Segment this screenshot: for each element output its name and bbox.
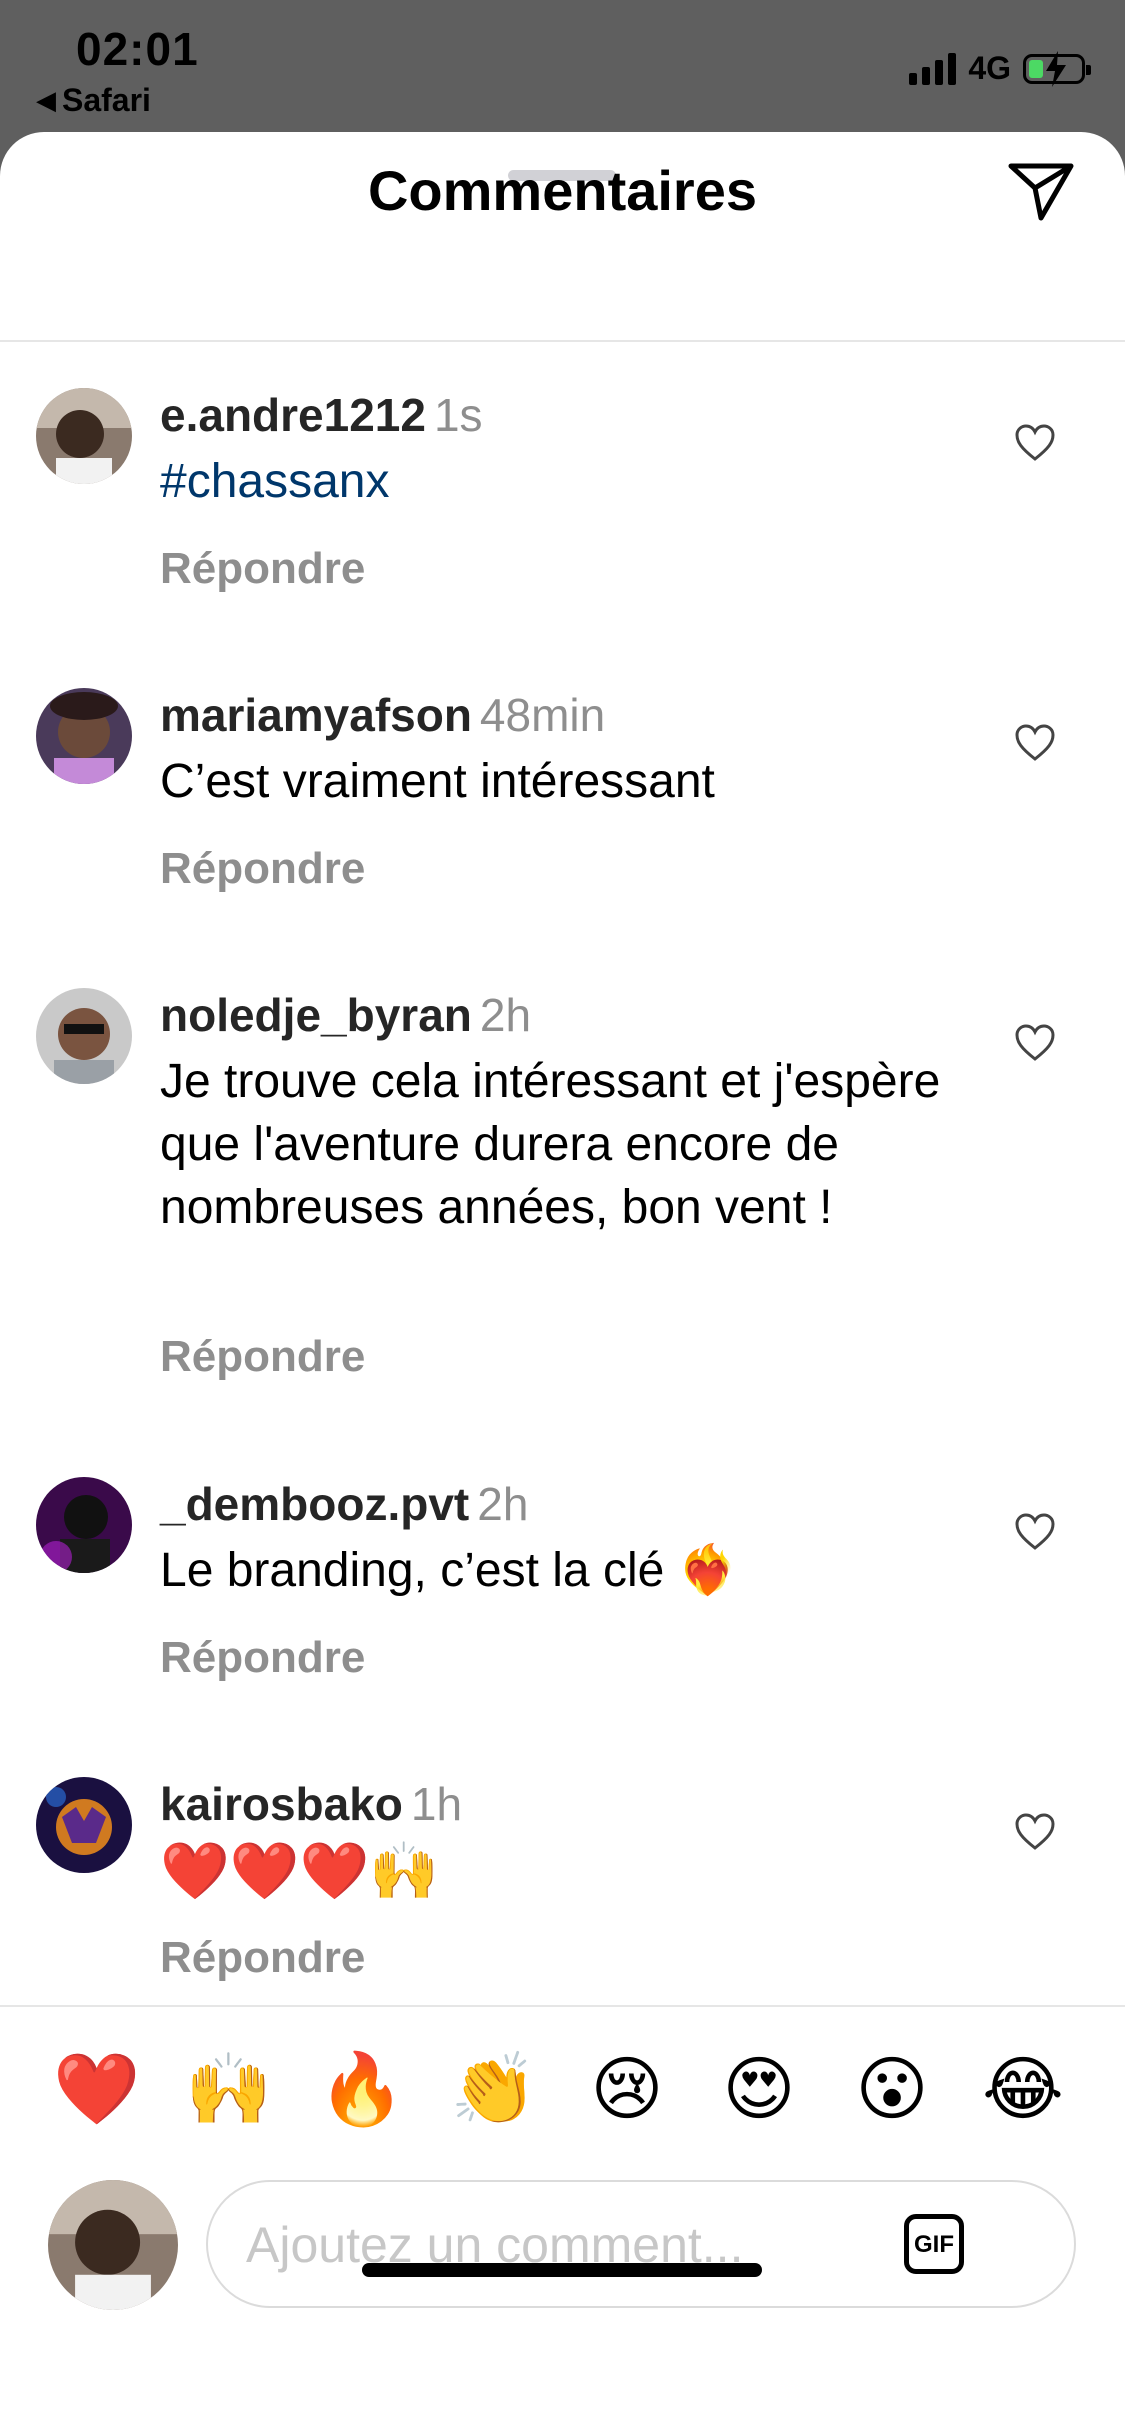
comment-composer: Ajoutez un comment... GIF	[0, 2180, 1125, 2310]
comment-username[interactable]: kairosbako	[160, 1778, 403, 1830]
comment-text: Le branding, c’est la clé ❤️‍🔥	[160, 1544, 738, 1597]
comment-username[interactable]: noledje_byran	[160, 989, 472, 1041]
avatar[interactable]	[36, 688, 132, 784]
avatar[interactable]	[36, 988, 132, 1084]
comment-text[interactable]: #chassanx	[160, 450, 980, 513]
status-time: 02:01	[76, 23, 199, 75]
back-triangle-icon: ◀	[36, 85, 56, 115]
network-type: 4G	[968, 50, 1011, 86]
reply-button[interactable]: Répondre	[160, 1633, 365, 1683]
reaction-laughing[interactable]: 😂	[978, 2049, 1068, 2129]
avatar[interactable]	[36, 1777, 132, 1873]
reply-button[interactable]: Répondre	[160, 1332, 365, 1382]
reaction-fire[interactable]: 🔥	[317, 2049, 407, 2129]
comment-username[interactable]: mariamyafson	[160, 689, 472, 741]
like-heart-icon[interactable]	[1015, 1813, 1055, 1851]
comment-time: 1h	[410, 1778, 463, 1830]
quick-reaction-bar: ❤️ 🙌 🔥 👏 😢 😍 😮 😂	[0, 2005, 1125, 2151]
reaction-surprised[interactable]: 😮	[847, 2049, 937, 2129]
comment-time: 2h	[477, 1478, 529, 1530]
reply-button[interactable]: Répondre	[160, 844, 365, 894]
comment-username[interactable]: _dembooz.pvt	[160, 1478, 469, 1530]
like-heart-icon[interactable]	[1015, 424, 1055, 462]
reaction-heart[interactable]: ❤️	[52, 2049, 142, 2129]
sheet-header	[0, 212, 1125, 342]
home-indicator[interactable]	[362, 2263, 762, 2277]
back-app-label: Safari	[62, 82, 151, 118]
back-to-safari-link[interactable]: ◀ Safari	[36, 82, 151, 119]
current-user-avatar	[48, 2180, 178, 2310]
reaction-raised-hands[interactable]: 🙌	[184, 2049, 274, 2129]
status-indicators: 4G	[909, 50, 1091, 87]
like-heart-icon[interactable]	[1015, 1513, 1055, 1551]
reaction-heart-eyes[interactable]: 😍	[714, 2049, 804, 2129]
comment-time: 48min	[479, 689, 606, 741]
reply-button[interactable]: Répondre	[160, 544, 365, 594]
avatar[interactable]	[36, 1477, 132, 1573]
avatar[interactable]	[36, 388, 132, 484]
like-heart-icon[interactable]	[1015, 724, 1055, 762]
comment-time: 2h	[479, 989, 532, 1041]
comment-time: 1s	[433, 389, 483, 441]
like-heart-icon[interactable]	[1015, 1024, 1055, 1062]
comment-text: C’est vraiment intéressant	[160, 755, 715, 808]
comment-input[interactable]: Ajoutez un comment... GIF	[206, 2180, 1076, 2308]
send-icon[interactable]	[1007, 160, 1075, 224]
cellular-signal-icon	[909, 52, 957, 85]
comment-text: ❤️❤️❤️🙌	[160, 1839, 439, 1902]
comment-text: Je trouve cela intéressant et j'espère q…	[160, 1055, 941, 1234]
status-bar: 02:01 ◀ Safari 4G	[0, 0, 1125, 135]
reaction-crying[interactable]: 😢	[582, 2049, 672, 2129]
reply-button[interactable]: Répondre	[160, 1933, 365, 1983]
battery-charging-icon	[1023, 50, 1091, 87]
comment-username[interactable]: e.andre1212	[160, 389, 426, 441]
gif-button[interactable]: GIF	[904, 2214, 964, 2274]
page-title: Commentaires	[367, 159, 758, 222]
reaction-clap[interactable]: 👏	[449, 2049, 539, 2129]
